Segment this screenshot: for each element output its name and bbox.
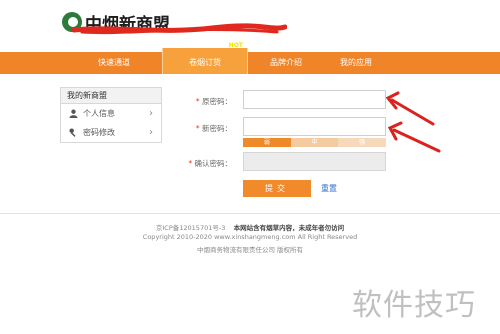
old-password-label: * 原密码：	[195, 97, 232, 106]
footer-icp-line: 京ICP备12015701号-3 本网站含有烟草内容，未成年者勿访问	[0, 222, 500, 232]
sidebar-item-label: 密码修改	[83, 128, 115, 137]
new-password-input[interactable]	[243, 117, 386, 136]
watermark-text: 软件技巧	[352, 288, 476, 323]
nav-item-cigarette-order[interactable]: HOT 卷烟订货	[162, 42, 248, 74]
required-mark: *	[188, 159, 193, 168]
sidebar-item-change-password[interactable]: 密码修改 ›	[61, 123, 161, 142]
footer-divider	[0, 213, 500, 214]
nav-item-label: 我的应用	[340, 58, 372, 67]
nav-item-brand-intro[interactable]: 品牌介绍	[252, 52, 320, 74]
account-sidebar: 我的新商盟 个人信息 › 密码修改 ›	[60, 87, 162, 143]
sidebar-title: 我的新商盟	[61, 88, 161, 104]
nav-item-label: 卷烟订货	[189, 58, 221, 67]
nav-item-label: 品牌介绍	[270, 58, 302, 67]
footer-copyright: Copyright 2010-2020 www.xinshangmeng.com…	[142, 233, 358, 241]
arrow-to-old-password	[385, 91, 435, 126]
nav-item-quick-access[interactable]: 快速通道	[75, 52, 153, 74]
confirm-password-label: * 确认密码：	[188, 159, 232, 168]
chevron-right-icon: ›	[149, 127, 153, 138]
strength-medium: 中	[290, 138, 339, 147]
confirm-password-input[interactable]	[243, 152, 386, 171]
hot-badge: HOT	[228, 42, 243, 49]
red-scribble-overlay	[72, 23, 287, 35]
strength-strong: 强	[338, 138, 387, 147]
minor-warning: 本网站含有烟草内容，未成年者勿访问	[233, 224, 345, 232]
required-mark: *	[195, 124, 200, 133]
person-icon	[69, 109, 78, 118]
chevron-right-icon: ›	[149, 108, 153, 119]
nav-item-my-apps[interactable]: 我的应用	[322, 52, 390, 74]
reset-link[interactable]: 重置	[321, 183, 337, 194]
strength-weak: 弱	[243, 138, 291, 147]
main-nav: 快速通道 HOT 卷烟订货 品牌介绍 我的应用	[0, 42, 500, 74]
submit-button[interactable]: 提交	[243, 180, 311, 197]
footer-company: 中烟商务物流有限责任公司 版权所有	[196, 246, 304, 254]
key-icon	[69, 128, 76, 137]
nav-item-label: 快速通道	[98, 58, 130, 67]
old-password-input[interactable]	[243, 90, 386, 109]
sidebar-item-personal-info[interactable]: 个人信息 ›	[61, 104, 161, 123]
required-mark: *	[195, 97, 200, 106]
arrow-to-new-password	[387, 121, 441, 153]
sidebar-item-label: 个人信息	[83, 109, 115, 118]
icp-number: 京ICP备12015701号-3	[155, 224, 226, 232]
password-strength-meter: 弱 中 强	[243, 138, 387, 147]
new-password-label: * 新密码：	[195, 124, 232, 133]
